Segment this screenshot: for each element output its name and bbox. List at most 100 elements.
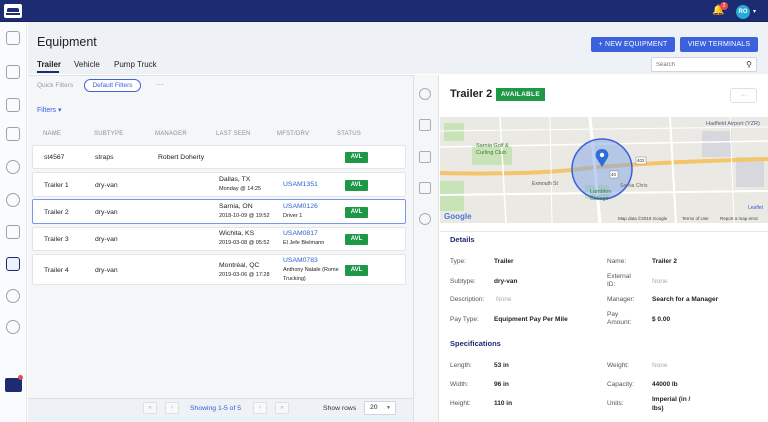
row-driver: Driver 1 <box>283 213 303 219</box>
rows-per-page-value: 20 <box>370 404 378 411</box>
tab-pump-truck[interactable]: Pump Truck <box>114 60 157 69</box>
avatar[interactable]: RO <box>736 5 750 19</box>
last-page-button[interactable]: » <box>275 402 289 414</box>
details-heading: Details <box>450 235 475 244</box>
truck-icon[interactable] <box>6 225 20 239</box>
map-label: Sarnia Golf & <box>476 143 509 149</box>
quick-filters-label[interactable]: Quick Filters <box>37 82 73 89</box>
report-map-error-link[interactable]: Report a map error <box>720 216 758 221</box>
more-filters-button[interactable]: ··· <box>156 80 164 89</box>
next-page-button[interactable]: › <box>253 402 267 414</box>
subtype-label: Subtype: <box>450 278 476 285</box>
chevron-down-icon: ▼ <box>386 405 391 411</box>
column-header-subtype[interactable]: SUBTYPE <box>94 131 123 137</box>
filters-toggle[interactable]: Filters ▾ <box>37 106 62 114</box>
column-header-last-seen[interactable]: LAST SEEN <box>216 131 251 137</box>
equipment-icon[interactable] <box>6 257 20 271</box>
table-row[interactable]: Trailer 3 dry-van Wichita, KS 2019-03-08… <box>32 227 406 251</box>
name-value: Trailer 2 <box>652 258 677 265</box>
google-logo: Google <box>444 212 472 221</box>
search-input[interactable] <box>656 60 742 70</box>
terms-link[interactable]: Terms of Use <box>682 216 709 221</box>
row-last-seen: Dallas, TX <box>219 176 251 183</box>
notes-icon[interactable] <box>419 182 431 194</box>
location-map[interactable]: Sarnia Golf & Curling Club Lambton Colle… <box>440 117 768 223</box>
row-name: Trailer 2 <box>44 209 69 216</box>
map-attribution: Map data ©2019 Google <box>618 216 668 221</box>
row-last-seen: Montréal, QC <box>219 262 260 269</box>
image-icon[interactable] <box>6 98 20 112</box>
tab-vehicle[interactable]: Vehicle <box>74 60 100 69</box>
row-name: Trailer 3 <box>44 236 69 243</box>
trailer-icon[interactable] <box>419 119 431 131</box>
gear-icon[interactable] <box>6 320 20 334</box>
table-row[interactable]: Trailer 4 dry-van Montréal, QC 2019-03-0… <box>32 254 406 285</box>
status-badge: AVL <box>345 180 368 191</box>
row-name: st4567 <box>44 154 65 161</box>
pay-amount-label-continued: Amount: <box>607 319 632 326</box>
first-page-button[interactable]: « <box>143 402 157 414</box>
row-subtype: straps <box>95 154 114 161</box>
detail-title: Trailer 2 <box>450 88 493 100</box>
company-logo-icon[interactable] <box>5 378 22 392</box>
row-manifest-link[interactable]: USAM1351 <box>283 181 318 188</box>
users-icon[interactable] <box>6 160 20 174</box>
globe-icon[interactable] <box>6 193 20 207</box>
map-label: Hadfield Airport (YZR) <box>706 121 760 127</box>
active-tab-indicator <box>37 71 59 73</box>
column-header-name[interactable]: NAME <box>43 131 61 137</box>
column-header-status[interactable]: STATUS <box>337 131 361 137</box>
row-manifest-link[interactable]: USAM0126 <box>283 203 318 210</box>
units-value: Imperial (in / <box>652 396 691 403</box>
table-row[interactable]: st4567 straps Robert Doherty AVL <box>32 145 406 169</box>
search-icon[interactable]: ⚲ <box>746 60 752 69</box>
row-manifest-link[interactable]: USAM0783 <box>283 257 318 264</box>
clipboard-icon[interactable] <box>6 31 20 45</box>
chevron-down-icon[interactable]: ▾ <box>753 8 756 15</box>
default-filters-button[interactable]: Default Filters <box>84 79 141 92</box>
row-subtype: dry-van <box>95 267 118 274</box>
row-name: Trailer 1 <box>44 182 69 189</box>
map-label: Lambton <box>590 189 612 195</box>
search-box: ⚲ <box>651 57 757 72</box>
company-logo-icon[interactable] <box>4 4 22 18</box>
external-id-label: External <box>607 273 631 280</box>
row-driver-continued: Trucking) <box>283 276 306 282</box>
status-badge: AVAILABLE <box>496 88 545 101</box>
document-icon[interactable] <box>6 127 20 141</box>
manager-search-link[interactable]: Search for a Manager <box>652 296 718 303</box>
calendar-icon[interactable] <box>6 65 20 79</box>
leaflet-link[interactable]: Leaflet <box>748 205 763 211</box>
capacity-value: 44000 lb <box>652 381 678 388</box>
location-pin-icon[interactable] <box>419 213 431 225</box>
column-header-mfst-drv[interactable]: MFST/DRV <box>277 131 309 137</box>
show-rows-label: Show rows <box>323 405 357 412</box>
pay-type-value: Equipment Pay Per Mile <box>494 316 568 323</box>
view-terminals-button[interactable]: VIEW TERMINALS <box>680 37 758 52</box>
row-manager: Robert Doherty <box>158 154 205 161</box>
more-actions-button[interactable]: ··· <box>730 88 757 103</box>
gauge-icon[interactable] <box>6 289 20 303</box>
table-row[interactable]: Trailer 1 dry-van Dallas, TX Monday @ 14… <box>32 172 406 197</box>
rows-per-page-select[interactable]: 20 ▼ <box>364 401 396 415</box>
pay-amount-value: $ 0.00 <box>652 316 671 323</box>
prev-page-button[interactable]: ‹ <box>165 402 179 414</box>
row-subtype: dry-van <box>95 209 118 216</box>
pay-amount-label: Pay <box>607 311 619 318</box>
info-icon[interactable] <box>419 88 431 100</box>
table-row[interactable]: Trailer 2 dry-van Sarnia, ON 2018-10-09 … <box>32 199 406 224</box>
status-badge: AVL <box>345 234 368 245</box>
description-value: None <box>496 296 512 303</box>
row-manifest-link[interactable]: USAM0817 <box>283 230 318 237</box>
tab-trailer[interactable]: Trailer <box>37 60 61 69</box>
row-last-seen-date: 2019-03-06 @ 17:28 <box>219 272 270 278</box>
new-equipment-button[interactable]: + NEW EQUIPMENT <box>591 37 675 52</box>
external-id-label-continued: ID: <box>607 281 616 288</box>
sidebar <box>0 22 27 422</box>
width-label: Width: <box>450 381 469 388</box>
id-card-icon[interactable] <box>419 151 431 163</box>
column-header-manager[interactable]: MANAGER <box>155 131 187 137</box>
row-driver: El Jefe Bielmann <box>283 240 325 246</box>
external-id-value: None <box>652 278 668 285</box>
map-label: Sarnia Chris <box>620 183 648 189</box>
